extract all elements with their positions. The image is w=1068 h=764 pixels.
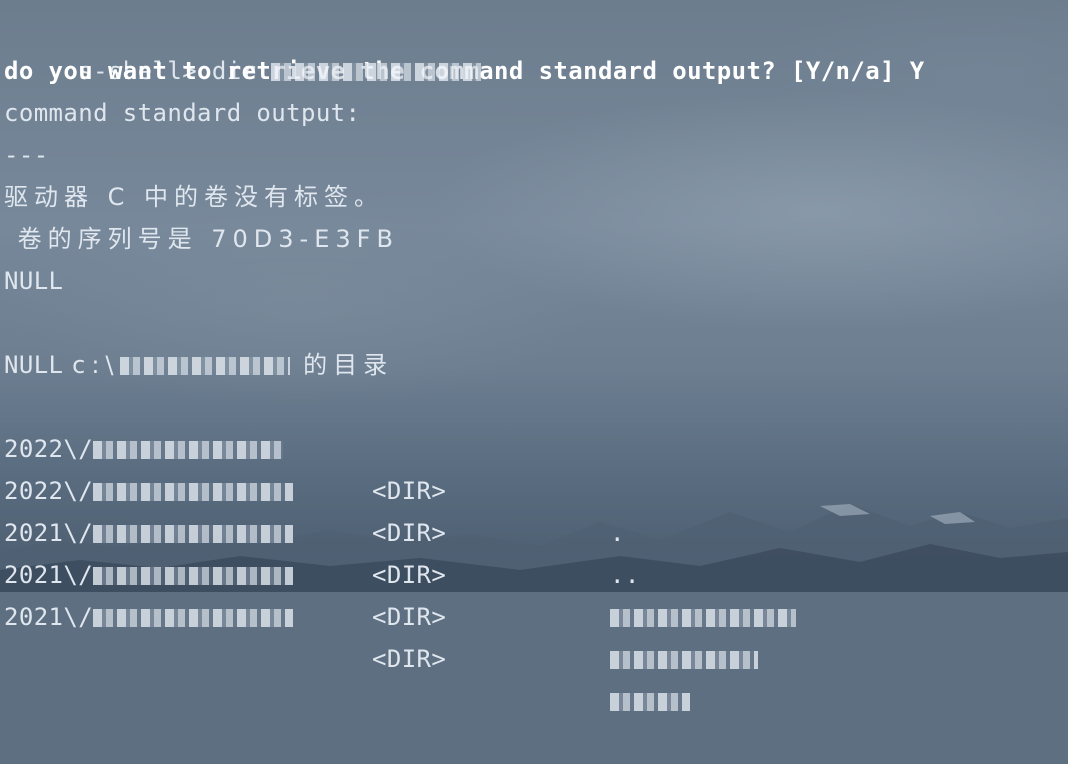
null-line: NULL xyxy=(4,267,64,295)
redacted-folder-name xyxy=(610,693,690,711)
directory-of-line: c:\ 的目录 xyxy=(4,302,1068,379)
redacted-path xyxy=(271,63,482,81)
dir-listing-row: 2021\/ <DIR> xyxy=(4,512,1068,669)
retrieve-output-question: do you want to retrieve the command stan… xyxy=(4,57,925,85)
volume-label-line: 驱动器 C 中的卷没有标签。 xyxy=(4,183,385,211)
redacted-folder-name xyxy=(610,651,758,669)
volume-serial-line: 卷的序列号是 70D3-E3FB xyxy=(4,225,399,253)
redacted-directory xyxy=(119,357,290,375)
redacted-folder-name xyxy=(610,609,796,627)
output-header: command standard output: xyxy=(4,99,361,127)
row-dir-tag: <DIR> xyxy=(372,603,447,631)
prompt-line: os-shell> dir xyxy=(4,8,1068,85)
terminal-output: os-shell> dir do you want to retrieve th… xyxy=(4,8,1068,711)
directory-prefix: c:\ xyxy=(58,351,120,379)
dir-listing-row: 2021\/ <DIR> xyxy=(4,470,1068,627)
dir-listing-row: 2021\/ <DIR> xyxy=(4,554,1068,711)
row-date: 2021\/ xyxy=(4,596,294,638)
row-dir-tag: <DIR> xyxy=(372,645,447,673)
row-name xyxy=(610,638,758,680)
row-name xyxy=(610,596,796,638)
directory-suffix: 的目录 xyxy=(289,351,394,379)
dir-listing-row: 2022\/ <DIR> . xyxy=(4,386,1068,547)
dir-listing-row: 2022\/ <DIR> .. xyxy=(4,428,1068,589)
row-name xyxy=(610,680,690,722)
redacted-timestamp xyxy=(93,609,294,627)
output-separator: --- xyxy=(4,141,49,169)
